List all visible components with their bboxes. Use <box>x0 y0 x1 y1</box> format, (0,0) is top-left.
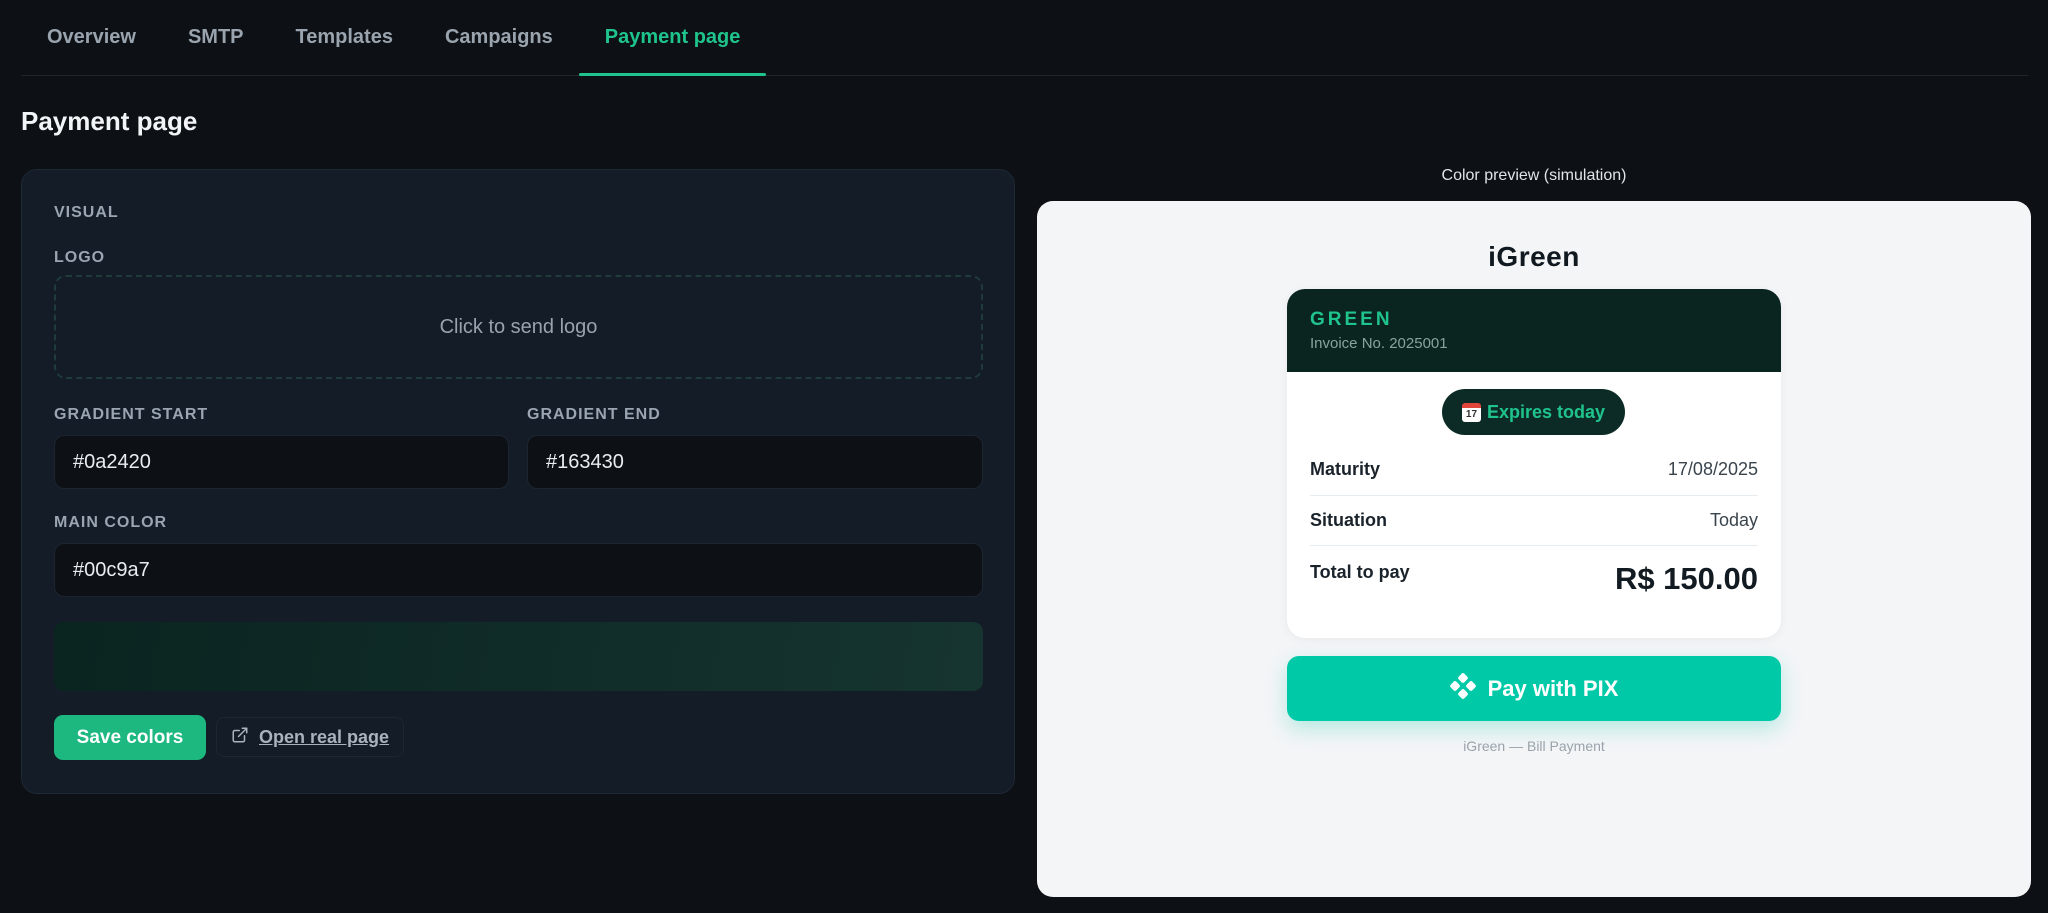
gradient-end-input[interactable] <box>527 435 983 489</box>
situation-label: Situation <box>1310 510 1387 530</box>
pay-with-pix-label: Pay with PIX <box>1487 675 1619 701</box>
tab-overview[interactable]: Overview <box>21 0 162 75</box>
invoice-card-header: GREEN Invoice No. 2025001 <box>1287 289 1781 372</box>
card-brand: GREEN <box>1310 309 1393 330</box>
gradient-start-label: GRADIENT START <box>54 406 209 423</box>
preview-footer: iGreen — Bill Payment <box>1463 738 1605 754</box>
open-real-page-label: Open real page <box>259 726 390 747</box>
maturity-row: Maturity 17/08/2025 <box>1310 459 1758 480</box>
save-colors-button[interactable]: Save colors <box>54 715 206 760</box>
external-link-icon <box>231 726 249 749</box>
tab-campaigns[interactable]: Campaigns <box>419 0 579 75</box>
pay-with-pix-button[interactable]: Pay with PIX <box>1287 656 1781 721</box>
expires-text: Expires today <box>1486 401 1606 422</box>
visual-settings-panel: VISUAL LOGO Click to send logo GRADIENT … <box>21 169 1015 794</box>
row-divider <box>1310 495 1758 496</box>
tab-bar: Overview SMTP Templates Campaigns Paymen… <box>21 0 2028 76</box>
situation-value: Today <box>1709 510 1758 530</box>
color-preview: iGreen GREEN Invoice No. 2025001 17 Expi… <box>1037 201 2031 897</box>
main-color-label: MAIN COLOR <box>54 514 168 531</box>
expires-badge: 17 Expires today <box>1442 389 1625 435</box>
total-row: Total to pay R$ 150.00 <box>1310 561 1758 597</box>
maturity-label: Maturity <box>1310 459 1381 479</box>
preview-caption: Color preview (simulation) <box>1441 167 1627 184</box>
maturity-value: 17/08/2025 <box>1667 459 1758 479</box>
open-real-page-link[interactable]: Open real page <box>216 717 405 757</box>
invoice-number: Invoice No. 2025001 <box>1310 335 1448 352</box>
page-title: Payment page <box>21 106 198 136</box>
tab-templates[interactable]: Templates <box>270 0 419 75</box>
row-divider <box>1310 545 1758 546</box>
tab-smtp[interactable]: SMTP <box>162 0 270 75</box>
total-label: Total to pay <box>1310 562 1410 582</box>
gradient-preview-swatch <box>54 622 983 691</box>
logo-upload-dropzone[interactable]: Click to send logo <box>54 275 983 379</box>
section-label-visual: VISUAL <box>54 204 119 221</box>
main-color-input[interactable] <box>54 543 983 597</box>
tab-payment-page[interactable]: Payment page <box>578 0 767 76</box>
calendar-icon: 17 <box>1461 402 1481 422</box>
total-value: R$ 150.00 <box>1614 561 1758 596</box>
pix-icon <box>1449 672 1476 705</box>
gradient-start-input[interactable] <box>54 435 509 489</box>
gradient-end-label: GRADIENT END <box>527 406 661 423</box>
invoice-card: GREEN Invoice No. 2025001 17 Expires tod… <box>1287 289 1781 638</box>
situation-row: Situation Today <box>1310 510 1758 531</box>
logo-label: LOGO <box>54 249 106 266</box>
preview-brand-title: iGreen <box>1488 241 1580 272</box>
